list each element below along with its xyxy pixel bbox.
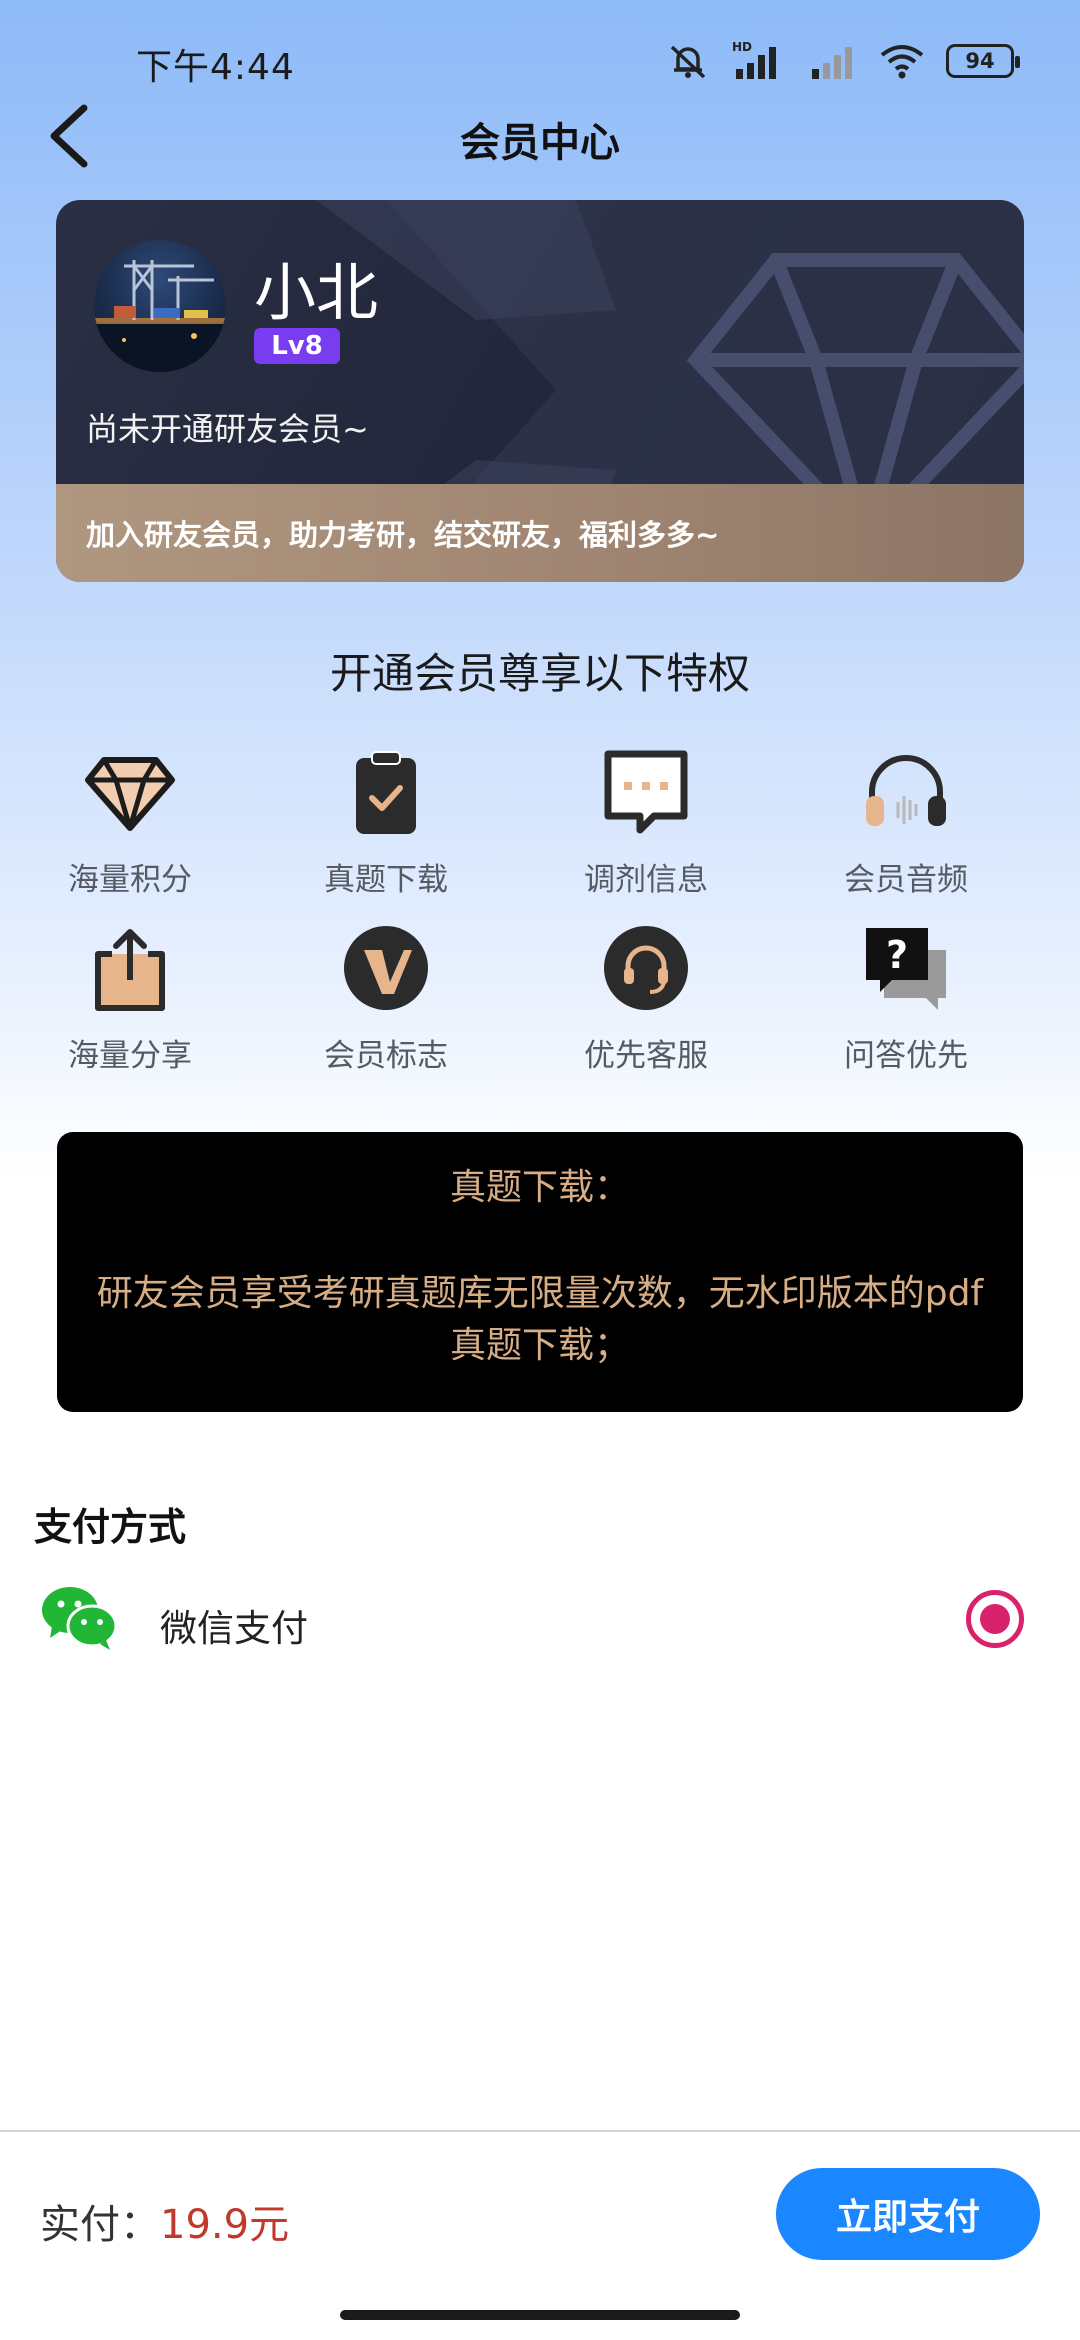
- privilege-label: 海量积分: [68, 862, 192, 898]
- bottom-divider: [0, 2130, 1080, 2132]
- privilege-label: 海量分享: [68, 1038, 192, 1074]
- question-bubble-icon: ?: [866, 928, 946, 1010]
- wechat-icon: [42, 1587, 118, 1650]
- privilege-label: 调剂信息: [584, 862, 708, 898]
- message-dots-icon: [604, 750, 688, 834]
- payment-total-label: 实付：: [40, 2202, 160, 2248]
- status-time: 下午4:44: [136, 47, 295, 88]
- signal-icon: [812, 47, 852, 79]
- signal-hd-icon: HD: [732, 40, 776, 79]
- member-card: 小北 Lv8 尚未开通研友会员~ 加入研友会员，助力考研，结交研友，福利多多~: [56, 200, 1024, 582]
- privilege-item-points[interactable]: 海量积分: [0, 744, 260, 899]
- mute-bell-icon: [670, 45, 706, 79]
- privilege-item-audio[interactable]: 会员音频: [776, 744, 1036, 899]
- payment-total-amount: 19.9元: [160, 2202, 290, 2248]
- avatar[interactable]: [94, 240, 226, 372]
- wifi-icon: [880, 45, 924, 79]
- clipboard-check-icon: [356, 751, 416, 834]
- level-badge: Lv8: [254, 328, 340, 364]
- status-icons: HD 94: [664, 36, 1020, 86]
- payment-radio-selected[interactable]: [966, 1590, 1024, 1648]
- detail-description: 研友会员享受考研真题库无限量次数，无水印版本的pdf真题下载；: [96, 1273, 984, 1366]
- page-title: 会员中心: [460, 120, 620, 166]
- card-footer: 加入研友会员，助力考研，结交研友，福利多多~: [56, 484, 1024, 582]
- privilege-label: 问答优先: [844, 1038, 968, 1074]
- network-label: HD: [732, 40, 752, 54]
- payment-option-wechat[interactable]: 微信支付: [0, 1570, 1080, 1670]
- diamond-icon: [85, 757, 175, 831]
- member-slogan: 加入研友会员，助力考研，结交研友，福利多多~: [86, 518, 720, 552]
- headphones-icon: [866, 755, 946, 826]
- pay-now-button[interactable]: 立即支付: [776, 2168, 1040, 2260]
- v-badge-icon: [344, 926, 428, 1010]
- detail-title: 真题下载：: [449, 1167, 630, 1208]
- privilege-item-badge[interactable]: 会员标志: [256, 920, 516, 1075]
- privileges-title: 开通会员尊享以下特权: [329, 649, 750, 698]
- privilege-item-qa[interactable]: ? 问答优先: [776, 920, 1036, 1075]
- privilege-item-share[interactable]: 海量分享: [0, 920, 260, 1075]
- privilege-detail-box: 真题下载： 研友会员享受考研真题库无限量次数，无水印版本的pdf真题下载；: [57, 1132, 1023, 1412]
- share-box-icon: [95, 929, 165, 1011]
- privilege-label: 会员标志: [324, 1038, 448, 1074]
- privilege-label: 真题下载: [324, 862, 448, 898]
- payment-heading: 支付方式: [34, 1505, 187, 1549]
- svg-text:?: ?: [886, 933, 908, 977]
- privilege-label: 优先客服: [584, 1038, 708, 1074]
- status-bar: 下午4:44 HD 94: [0, 0, 1080, 120]
- privilege-item-download[interactable]: 真题下载: [256, 744, 516, 899]
- payment-method-name: 微信支付: [160, 1607, 308, 1650]
- privilege-item-adjust-info[interactable]: 调剂信息: [516, 744, 776, 899]
- port-crane-image: [94, 260, 226, 372]
- battery-indicator: 94: [946, 44, 1020, 78]
- user-name: 小北: [254, 256, 379, 329]
- privilege-label: 会员音频: [844, 862, 968, 898]
- privilege-item-service[interactable]: 优先客服: [516, 920, 776, 1075]
- home-indicator[interactable]: [340, 2310, 740, 2320]
- headset-icon: [604, 926, 688, 1010]
- member-status: 尚未开通研友会员~: [86, 410, 369, 448]
